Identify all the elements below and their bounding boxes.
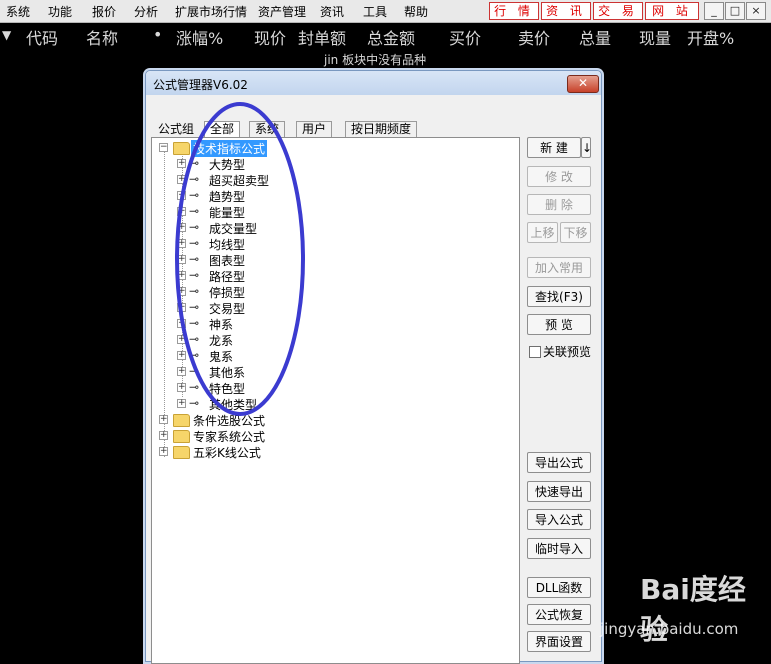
minimize-icon[interactable]: _	[704, 2, 724, 20]
menu-news[interactable]: 资讯	[320, 3, 344, 20]
col-price[interactable]: 现价	[254, 25, 286, 49]
col-total-amount[interactable]: 总金额	[367, 25, 415, 49]
dll-function-button[interactable]: DLL函数	[527, 577, 591, 598]
export-formula-button[interactable]: 导出公式	[527, 452, 591, 473]
expand-icon[interactable]: +	[159, 415, 168, 424]
menu-function[interactable]: 功能	[48, 3, 72, 20]
close-icon[interactable]: ✕	[567, 75, 599, 93]
dialog-title: 公式管理器V6.02	[153, 78, 248, 92]
col-code[interactable]: 代码	[26, 25, 58, 49]
baidu-watermark: Bai度经验 jingyan.baidu.com	[600, 568, 770, 648]
preview-button[interactable]: 预 览	[527, 314, 591, 335]
empty-board-message: jin 板块中没有品种	[324, 53, 427, 67]
tree-label: 五彩K线公式	[193, 446, 261, 460]
menu-analysis[interactable]: 分析	[134, 3, 158, 20]
find-button[interactable]: 查找(F3)	[527, 286, 591, 307]
col-bid[interactable]: 买价	[449, 25, 481, 49]
move-down-button[interactable]: 下移	[560, 222, 591, 243]
tree-label: 专家系统公式	[193, 430, 266, 444]
menu-system[interactable]: 系统	[6, 3, 30, 20]
col-seal-amount[interactable]: 封单额	[298, 25, 346, 49]
related-preview-label: 关联预览	[543, 345, 592, 359]
col-dot: •	[153, 25, 163, 44]
folder-icon	[173, 430, 190, 443]
col-volume[interactable]: 总量	[579, 25, 611, 49]
menu-quote[interactable]: 报价	[92, 3, 116, 20]
menu-bar: 系统 功能 报价 分析 扩展市场行情 资产管理 资讯 工具 帮助 行 情 资 讯…	[0, 0, 771, 23]
restore-formula-button[interactable]: 公式恢复	[527, 604, 591, 625]
sort-arrow-icon: ▼	[2, 28, 12, 42]
quick-export-button[interactable]: 快速导出	[527, 481, 591, 502]
collapse-icon[interactable]: −	[159, 143, 168, 152]
menu-tools[interactable]: 工具	[363, 3, 387, 20]
temp-import-button[interactable]: 临时导入	[527, 538, 591, 559]
add-to-common-button[interactable]: 加入常用	[527, 257, 591, 278]
col-current-volume[interactable]: 现量	[639, 25, 671, 49]
tree-node-expert-system[interactable]: + 专家系统公式	[152, 428, 512, 444]
folder-icon	[173, 446, 190, 459]
related-preview-checkbox[interactable]	[529, 346, 541, 358]
tab-by-date-frequency[interactable]: 按日期频度	[345, 121, 418, 137]
quote-column-header: ▼ 代码 名称 • 涨幅% 现价 封单额 总金额 买价 卖价 总量 现量 开盘%	[0, 22, 771, 49]
col-change-pct[interactable]: 涨幅%	[176, 25, 223, 49]
link-market[interactable]: 行 情	[489, 2, 539, 20]
menu-asset-management[interactable]: 资产管理	[258, 3, 306, 20]
new-dropdown-arrow-icon[interactable]: ↓	[581, 137, 592, 158]
col-name[interactable]: 名称	[86, 25, 118, 49]
ui-settings-button[interactable]: 界面设置	[527, 631, 591, 652]
dialog-titlebar[interactable]: 公式管理器V6.02 ✕	[146, 71, 601, 95]
delete-button[interactable]: 删 除	[527, 194, 591, 215]
modify-button[interactable]: 修 改	[527, 166, 591, 187]
annotation-ellipse-stroke	[175, 102, 305, 416]
menu-extended-market[interactable]: 扩展市场行情	[175, 3, 247, 20]
menu-help[interactable]: 帮助	[404, 3, 428, 20]
new-button[interactable]: 新 建	[527, 137, 581, 158]
link-website[interactable]: 网 站	[645, 2, 699, 20]
watermark-url: jingyan.baidu.com	[600, 620, 739, 638]
tree-node-colored-kline[interactable]: + 五彩K线公式	[152, 444, 512, 460]
move-up-button[interactable]: 上移	[527, 222, 558, 243]
close-app-icon[interactable]: ×	[746, 2, 766, 20]
link-trade[interactable]: 交 易	[593, 2, 643, 20]
col-open-pct[interactable]: 开盘%	[687, 25, 734, 49]
annotation-ellipse	[175, 102, 305, 416]
col-ask[interactable]: 卖价	[518, 25, 550, 49]
import-formula-button[interactable]: 导入公式	[527, 509, 591, 530]
maximize-icon[interactable]: □	[725, 2, 745, 20]
expand-icon[interactable]: +	[159, 447, 168, 456]
expand-icon[interactable]: +	[159, 431, 168, 440]
link-news[interactable]: 资 讯	[541, 2, 591, 20]
